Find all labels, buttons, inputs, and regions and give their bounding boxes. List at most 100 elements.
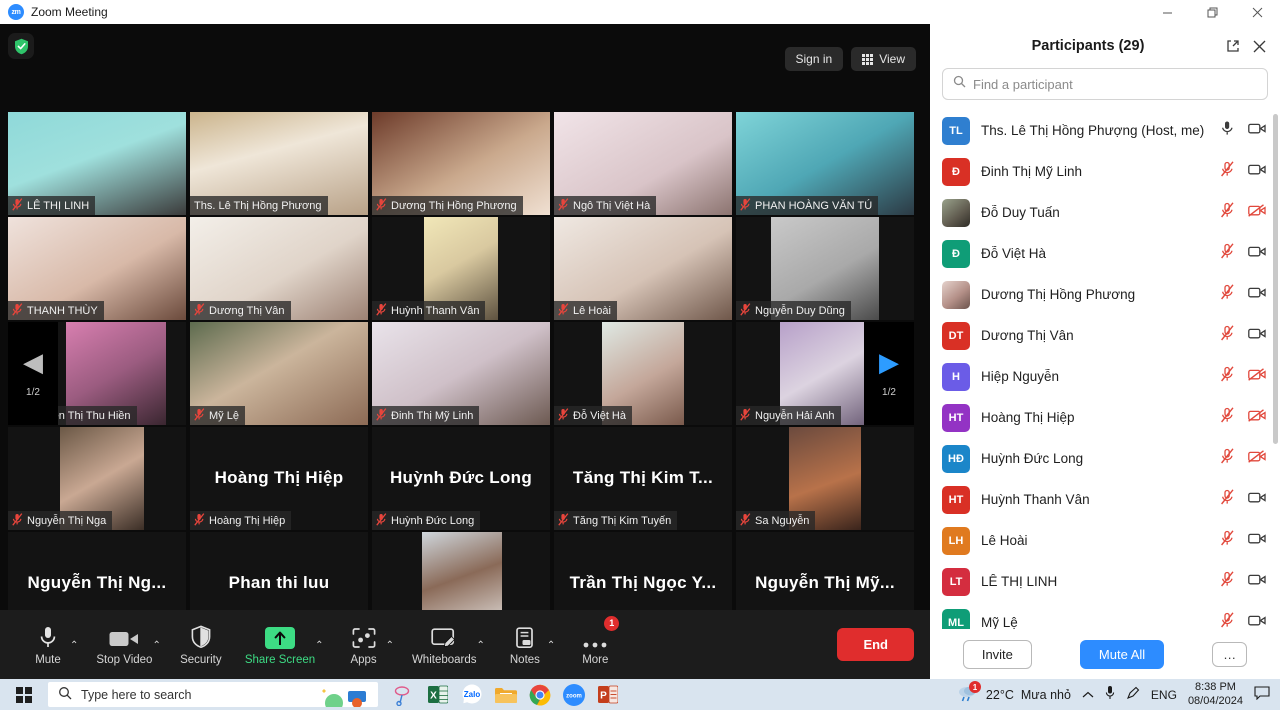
video-tile[interactable]: Nguyễn Thị Thu Hiền◀1/2 (8, 322, 186, 425)
mute-all-button[interactable]: Mute All (1080, 640, 1164, 669)
video-tile[interactable]: Sa Nguyễn (736, 427, 914, 530)
participant-row[interactable]: HHiệp Nguyễn (930, 356, 1280, 397)
microphone-muted-icon[interactable] (1220, 571, 1235, 592)
close-icon[interactable] (1235, 0, 1280, 24)
invite-button[interactable]: Invite (963, 640, 1032, 669)
video-tile[interactable]: Nguyễn Duy Dũng (736, 217, 914, 320)
video-tile[interactable]: Mỹ Lệ (190, 322, 368, 425)
participant-row[interactable]: Dương Thị Hồng Phương (930, 274, 1280, 315)
apps-button[interactable]: Apps (338, 617, 390, 673)
zoom-icon[interactable]: zoom (562, 683, 586, 707)
mute-button[interactable]: Mute (22, 617, 74, 673)
language-indicator[interactable]: ENG (1151, 688, 1177, 702)
video-camera-icon[interactable] (1248, 286, 1266, 304)
chevron-up-icon[interactable] (1082, 688, 1094, 702)
video-tile[interactable]: Lê Hoài (554, 217, 732, 320)
video-camera-off-icon[interactable] (1248, 409, 1266, 427)
video-tile[interactable]: Ths. Lê Thị Hồng Phương (190, 112, 368, 215)
file-explorer-icon[interactable] (494, 683, 518, 707)
microphone-muted-icon[interactable] (1220, 448, 1235, 469)
participant-row[interactable]: HTHuỳnh Thanh Vân (930, 479, 1280, 520)
participants-more-button[interactable]: … (1212, 642, 1247, 667)
microphone-muted-icon[interactable] (1220, 407, 1235, 428)
weather-widget[interactable]: 1 22°C Mưa nhỏ (957, 684, 1071, 705)
microphone-muted-icon[interactable] (1220, 366, 1235, 387)
chrome-icon[interactable] (528, 683, 552, 707)
microphone-icon[interactable] (1220, 120, 1235, 141)
end-meeting-button[interactable]: End (837, 628, 914, 661)
sign-in-button[interactable]: Sign in (785, 47, 844, 71)
microphone-icon[interactable] (1105, 685, 1115, 704)
video-tile[interactable]: LÊ THỊ LINH (8, 112, 186, 215)
participant-row[interactable]: ĐĐỗ Việt Hà (930, 233, 1280, 274)
video-tile[interactable]: THANH THÙY (8, 217, 186, 320)
video-tile[interactable]: Đỗ Việt Hà (554, 322, 732, 425)
video-tile[interactable]: Tăng Thị Kim T...Tăng Thị Kim Tuyến (554, 427, 732, 530)
video-camera-icon[interactable] (1248, 614, 1266, 630)
stop-video-button[interactable]: Stop Video (92, 617, 156, 673)
notes-button[interactable]: Notes (499, 617, 551, 673)
zalo-icon[interactable]: Zalo (460, 683, 484, 707)
video-camera-icon[interactable] (1248, 327, 1266, 345)
microphone-muted-icon[interactable] (1220, 612, 1235, 629)
video-tile[interactable]: Nguyễn Thị Nga (8, 427, 186, 530)
more-button[interactable]: More1 (569, 617, 621, 673)
paint-icon[interactable] (392, 683, 416, 707)
video-tile[interactable]: Huỳnh Thanh Vân (372, 217, 550, 320)
participant-row[interactable]: HĐHuỳnh Đức Long (930, 438, 1280, 479)
video-camera-icon[interactable] (1248, 532, 1266, 550)
microphone-muted-icon[interactable] (1220, 243, 1235, 264)
whiteboards-button[interactable]: Whiteboards (408, 617, 481, 673)
share-screen-button[interactable]: Share Screen (241, 617, 319, 673)
view-button[interactable]: View (851, 47, 916, 71)
microphone-muted-icon[interactable] (1220, 530, 1235, 551)
taskbar-clock[interactable]: 8:38 PM 08/04/2024 (1188, 681, 1243, 709)
security-button[interactable]: Security (175, 617, 227, 673)
video-tile[interactable]: Huỳnh Đức LongHuỳnh Đức Long (372, 427, 550, 530)
participant-row[interactable]: MLMỹ Lệ (930, 602, 1280, 629)
powerpoint-icon[interactable]: P (596, 683, 620, 707)
video-camera-off-icon[interactable] (1248, 368, 1266, 386)
video-tile[interactable]: Ngô Thị Việt Hà (554, 112, 732, 215)
previous-page-button[interactable]: ◀1/2 (8, 322, 58, 425)
video-tile[interactable]: Dương Thị Vân (190, 217, 368, 320)
microphone-muted-icon[interactable] (1220, 489, 1235, 510)
shield-check-icon[interactable] (8, 33, 34, 59)
minimize-icon[interactable] (1145, 0, 1190, 24)
video-tile[interactable]: Đinh Thị Mỹ Linh (372, 322, 550, 425)
excel-icon[interactable]: X (426, 683, 450, 707)
taskbar-search[interactable]: Type here to search (48, 682, 378, 707)
microphone-muted-icon[interactable] (1220, 325, 1235, 346)
video-camera-off-icon[interactable] (1248, 204, 1266, 222)
microphone-muted-icon[interactable] (1220, 161, 1235, 182)
video-tile[interactable]: Dương Thị Hồng Phương (372, 112, 550, 215)
video-camera-icon[interactable] (1248, 163, 1266, 181)
participants-list[interactable]: TLThs. Lê Thị Hồng Phượng (Host, me)ĐĐin… (930, 110, 1280, 629)
video-tile[interactable]: Hoàng Thị HiệpHoàng Thị Hiệp (190, 427, 368, 530)
video-camera-off-icon[interactable] (1248, 450, 1266, 468)
participant-row[interactable]: LTLÊ THỊ LINH (930, 561, 1280, 602)
video-camera-icon[interactable] (1248, 122, 1266, 140)
microphone-muted-icon[interactable] (1220, 202, 1235, 223)
video-camera-icon[interactable] (1248, 491, 1266, 509)
start-button[interactable] (0, 687, 48, 703)
participant-row[interactable]: ĐĐinh Thị Mỹ Linh (930, 151, 1280, 192)
restore-icon[interactable] (1190, 0, 1235, 24)
close-panel-icon[interactable] (1246, 40, 1272, 53)
participant-row[interactable]: DTDương Thị Vân (930, 315, 1280, 356)
popout-icon[interactable] (1220, 39, 1246, 53)
microphone-muted-icon[interactable] (1220, 284, 1235, 305)
participant-search-box[interactable] (942, 68, 1268, 100)
video-tile[interactable]: Nguyễn Hải Anh▶1/2 (736, 322, 914, 425)
participant-row[interactable]: Đỗ Duy Tuấn (930, 192, 1280, 233)
video-camera-icon[interactable] (1248, 573, 1266, 591)
participants-scrollbar[interactable] (1273, 114, 1278, 444)
participant-row[interactable]: HTHoàng Thị Hiệp (930, 397, 1280, 438)
video-tile[interactable]: PHAN HOÀNG VĂN TÚ (736, 112, 914, 215)
next-page-button[interactable]: ▶1/2 (864, 322, 914, 425)
pen-icon[interactable] (1126, 686, 1140, 703)
participant-row[interactable]: TLThs. Lê Thị Hồng Phượng (Host, me) (930, 110, 1280, 151)
video-camera-icon[interactable] (1248, 245, 1266, 263)
action-center-icon[interactable] (1254, 686, 1270, 703)
search-input[interactable] (973, 77, 1257, 92)
